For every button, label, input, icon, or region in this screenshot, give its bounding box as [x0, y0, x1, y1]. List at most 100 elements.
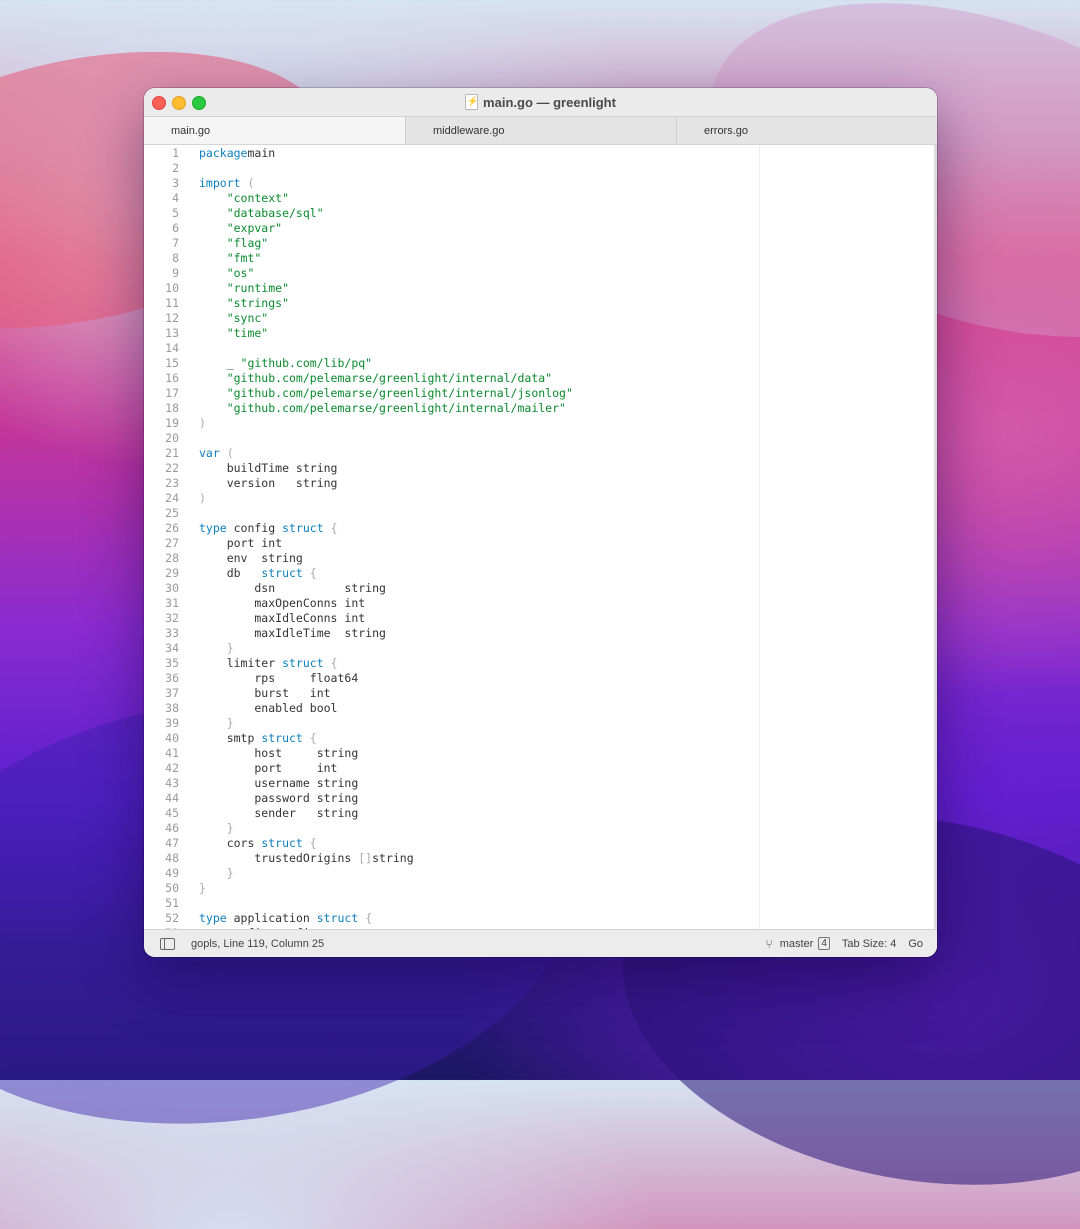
- code-token: dsn string: [199, 581, 386, 595]
- code-line[interactable]: 12 "sync": [144, 311, 268, 326]
- line-number: 28: [165, 551, 179, 565]
- code-line[interactable]: 35 limiter struct {: [144, 656, 338, 671]
- code-line[interactable]: 37 burst int: [144, 686, 331, 701]
- sidebar-toggle-icon[interactable]: [160, 937, 175, 950]
- code-line[interactable]: 41 host string: [144, 746, 358, 761]
- code-line[interactable]: 43 username string: [144, 776, 358, 791]
- code-line[interactable]: 15 _ "github.com/lib/pq": [144, 356, 372, 371]
- tab-errors-go[interactable]: errors.go: [677, 117, 937, 144]
- code-line[interactable]: 10 "runtime": [144, 281, 289, 296]
- code-token: "github.com/pelemarse/greenlight/interna…: [199, 371, 553, 385]
- go-file-icon: [465, 94, 478, 110]
- code-line[interactable]: 51: [144, 896, 199, 911]
- code-line[interactable]: 25: [144, 506, 199, 521]
- code-token: }: [199, 866, 234, 880]
- line-number: 47: [165, 836, 179, 850]
- code-line[interactable]: 19): [144, 416, 206, 431]
- code-token: struct: [316, 911, 359, 925]
- code-line[interactable]: 24): [144, 491, 206, 506]
- code-token: cors: [199, 836, 262, 850]
- code-line[interactable]: 8 "fmt": [144, 251, 261, 266]
- code-line[interactable]: 39 }: [144, 716, 234, 731]
- code-line[interactable]: 5 "database/sql": [144, 206, 324, 221]
- status-branch[interactable]: master: [780, 938, 814, 950]
- code-line[interactable]: 31 maxOpenConns int: [144, 596, 365, 611]
- code-line[interactable]: 38 enabled bool: [144, 701, 337, 716]
- line-number: 15: [165, 356, 179, 370]
- code-line[interactable]: 14: [144, 341, 199, 356]
- code-token: _: [199, 356, 241, 370]
- code-line[interactable]: 33 maxIdleTime string: [144, 626, 386, 641]
- code-token: }: [199, 716, 234, 730]
- code-line[interactable]: 36 rps float64: [144, 671, 358, 686]
- code-line[interactable]: 32 maxIdleConns int: [144, 611, 365, 626]
- code-token: []: [358, 851, 373, 865]
- line-number: 26: [165, 521, 179, 535]
- code-line[interactable]: 7 "flag": [144, 236, 268, 251]
- code-line[interactable]: 3 import (: [144, 176, 254, 191]
- code-line[interactable]: 13 "time": [144, 326, 268, 341]
- code-line[interactable]: 50}: [144, 881, 206, 896]
- code-line[interactable]: 11 "strings": [144, 296, 289, 311]
- code-token: "github.com/pelemarse/greenlight/interna…: [199, 386, 573, 400]
- code-line[interactable]: 20: [144, 431, 199, 446]
- code-line[interactable]: 42 port int: [144, 761, 337, 776]
- code-line[interactable]: 21 var (: [144, 446, 234, 461]
- code-line[interactable]: 22 buildTime string: [144, 461, 337, 476]
- tab-main-go[interactable]: main.go: [144, 117, 406, 144]
- code-line[interactable]: 30 dsn string: [144, 581, 386, 596]
- line-number: 12: [165, 311, 179, 325]
- line-number: 51: [165, 896, 179, 910]
- code-line[interactable]: 44 password string: [144, 791, 358, 806]
- branch-changes-badge: 4: [818, 937, 830, 950]
- code-token: {: [323, 656, 338, 670]
- line-number: 1: [172, 146, 179, 160]
- code-token: var: [199, 446, 220, 460]
- code-line[interactable]: 18 "github.com/pelemarse/greenlight/inte…: [144, 401, 566, 416]
- window-title-text: main.go — greenlight: [483, 94, 616, 110]
- code-line[interactable]: 17 "github.com/pelemarse/greenlight/inte…: [144, 386, 573, 401]
- code-line[interactable]: 52 type application struct {: [144, 911, 372, 926]
- line-number: 30: [165, 581, 179, 595]
- code-line[interactable]: 28 env string: [144, 551, 303, 566]
- code-line[interactable]: 26 type config struct {: [144, 521, 337, 536]
- code-line[interactable]: 1 packagemain: [144, 146, 275, 161]
- code-line[interactable]: 4 "context": [144, 191, 289, 206]
- code-editor[interactable]: 1 packagemain 2 3 import (4 "context" 5 "data…: [144, 145, 937, 930]
- code-line[interactable]: 6 "expvar": [144, 221, 282, 236]
- vertical-scrollbar[interactable]: [934, 145, 937, 930]
- code-line[interactable]: 2: [144, 161, 199, 176]
- code-line[interactable]: 40 smtp struct {: [144, 731, 317, 746]
- wrap-guide: [759, 145, 760, 930]
- code-line[interactable]: 16 "github.com/pelemarse/greenlight/inte…: [144, 371, 552, 386]
- code-token: {: [302, 731, 317, 745]
- line-number: 36: [165, 671, 179, 685]
- code-token: {: [358, 911, 373, 925]
- line-number: 29: [165, 566, 179, 580]
- code-token: {: [302, 566, 317, 580]
- status-language[interactable]: Go: [908, 938, 923, 950]
- line-number: 46: [165, 821, 179, 835]
- code-token: burst int: [199, 686, 331, 700]
- tab-middleware-go[interactable]: middleware.go: [406, 117, 677, 144]
- line-number: 44: [165, 791, 179, 805]
- code-token: "flag": [199, 236, 269, 250]
- code-line[interactable]: 23 version string: [144, 476, 337, 491]
- code-token: buildTime string: [199, 461, 338, 475]
- code-line[interactable]: 9 "os": [144, 266, 254, 281]
- code-line[interactable]: 49 }: [144, 866, 234, 881]
- code-token: struct: [261, 731, 303, 745]
- code-line[interactable]: 48 trustedOrigins []string: [144, 851, 414, 866]
- code-line[interactable]: 27 port int: [144, 536, 282, 551]
- code-token: {: [302, 836, 317, 850]
- line-number: 21: [165, 446, 179, 460]
- code-line[interactable]: 45 sender string: [144, 806, 358, 821]
- git-branch-icon[interactable]: ⑂: [766, 937, 773, 951]
- status-lsp-position[interactable]: gopls, Line 119, Column 25: [191, 938, 324, 950]
- code-line[interactable]: 47 cors struct {: [144, 836, 317, 851]
- code-line[interactable]: 46 }: [144, 821, 233, 836]
- code-line[interactable]: 34 }: [144, 641, 233, 656]
- status-tab-size[interactable]: Tab Size: 4: [842, 938, 896, 950]
- code-token: port int: [199, 536, 283, 550]
- code-line[interactable]: 29 db struct {: [144, 566, 317, 581]
